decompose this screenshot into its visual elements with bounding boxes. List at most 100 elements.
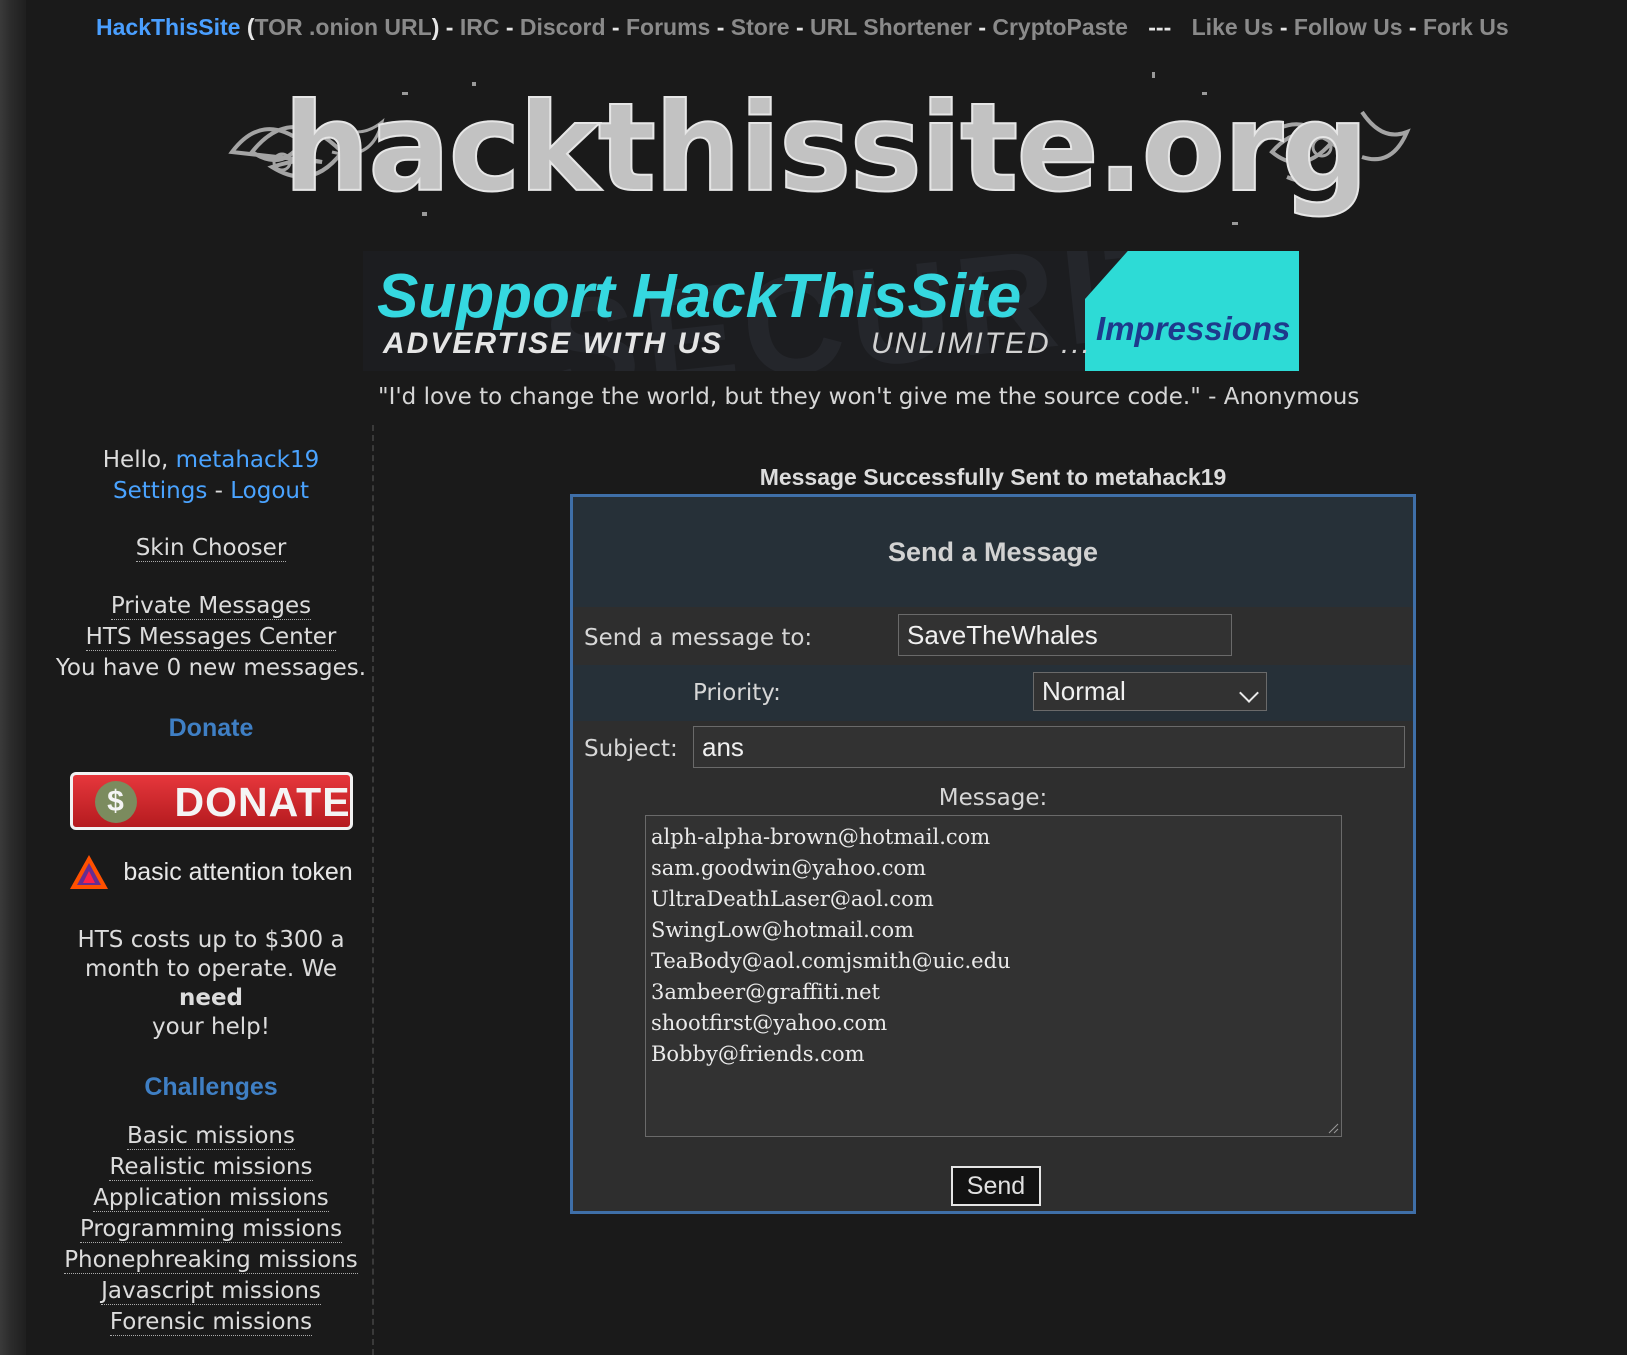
donate-button[interactable]: $ DONATE	[69, 772, 353, 830]
to-label: Send a message to:	[584, 625, 813, 651]
message-line: TeaBody@aol.comjsmith@uic.edu	[651, 949, 1011, 973]
challenge-realistic-link[interactable]: Realistic missions	[109, 1154, 313, 1181]
nav-forums[interactable]: Forums	[626, 14, 710, 40]
message-line: Bobby@friends.com	[651, 1042, 865, 1066]
list-item: Programming missions	[50, 1214, 372, 1245]
subject-input[interactable]: ans	[693, 726, 1405, 768]
skin-chooser-link[interactable]: Skin Chooser	[135, 535, 287, 562]
brand-link[interactable]: HackThisSite	[96, 14, 240, 40]
sidebar: Hello, metahack19 Settings - Logout Skin…	[50, 445, 372, 1338]
chevron-down-icon	[1239, 683, 1259, 703]
challenges-heading: Challenges	[144, 1073, 278, 1101]
list-item: Phonephreaking missions	[50, 1245, 372, 1276]
nav-dash: -	[445, 14, 454, 40]
nav-dash: -	[1279, 14, 1288, 40]
recipient-input[interactable]: SaveTheWhales	[898, 614, 1232, 656]
nav-dash: -	[795, 14, 804, 40]
nav-dash: -	[505, 14, 514, 40]
priority-select[interactable]: Normal	[1033, 672, 1267, 711]
challenge-basic-link[interactable]: Basic missions	[127, 1123, 295, 1150]
send-button[interactable]: Send	[951, 1166, 1041, 1206]
bat-donate-link[interactable]: basic attention token	[50, 854, 372, 890]
banner-impressions: Impressions	[1096, 310, 1291, 347]
site-quote: "I'd love to change the world, but they …	[378, 384, 1360, 410]
nav-dash: -	[611, 14, 620, 40]
donate-wrap: $ DONATE	[50, 766, 372, 836]
message-line: sam.goodwin@yahoo.com	[651, 856, 927, 880]
hts-messages-row: HTS Messages Center	[50, 622, 372, 653]
priority-row: Priority: Normal	[573, 665, 1413, 721]
top-nav: HackThisSite (TOR .onion URL) - IRC - Di…	[96, 14, 1576, 41]
nav-fork-us[interactable]: Fork Us	[1423, 14, 1509, 40]
tor-link[interactable]: TOR .onion URL	[255, 14, 432, 40]
donate-heading: Donate	[168, 714, 254, 742]
costs-line-1: HTS costs up to $300 a	[77, 927, 345, 953]
message-label: Message:	[938, 785, 1048, 811]
nav-dash: -	[1408, 14, 1417, 40]
account-links: Settings - Logout	[50, 476, 372, 507]
bat-label: basic attention token	[123, 857, 353, 886]
greeting-row: Hello, metahack19	[50, 445, 372, 476]
send-message-panel: Send a Message Send a message to: SaveTh…	[570, 494, 1416, 1214]
priority-label: Priority:	[693, 680, 781, 706]
challenge-phonephreaking-link[interactable]: Phonephreaking missions	[64, 1247, 358, 1274]
challenge-javascript-link[interactable]: Javascript missions	[101, 1278, 321, 1305]
list-item: Forensic missions	[50, 1307, 372, 1338]
skin-row: Skin Chooser	[50, 533, 372, 564]
message-line: SwingLow@hotmail.com	[651, 918, 915, 942]
nav-follow-us[interactable]: Follow Us	[1294, 14, 1403, 40]
subject-label: Subject:	[584, 736, 678, 762]
costs-line-2-text: month to operate. We	[84, 956, 338, 982]
costs-need: need	[178, 985, 244, 1011]
private-messages-link[interactable]: Private Messages	[110, 593, 312, 620]
nav-dash: -	[978, 14, 986, 40]
banner-advertise: ADVERTISE WITH US	[383, 327, 724, 360]
nav-irc[interactable]: IRC	[460, 14, 500, 40]
list-item: Basic missions	[50, 1121, 372, 1152]
message-line: shootfirst@yahoo.com	[651, 1011, 888, 1035]
new-messages-text: You have 0 new messages.	[55, 655, 367, 681]
paren-close: )	[431, 14, 440, 40]
hts-messages-center-link[interactable]: HTS Messages Center	[85, 624, 337, 651]
settings-link[interactable]: Settings	[113, 478, 207, 504]
greeting-text: Hello,	[102, 447, 169, 473]
list-item: Application missions	[50, 1183, 372, 1214]
message-line: 3ambeer@graffiti.net	[651, 980, 880, 1004]
challenge-forensic-link[interactable]: Forensic missions	[109, 1309, 313, 1336]
message-textarea[interactable]: alph-alpha-brown@hotmail.com sam.goodwin…	[645, 815, 1342, 1137]
logout-link[interactable]: Logout	[230, 478, 309, 504]
resize-handle-icon[interactable]	[1327, 1122, 1339, 1134]
advertise-banner[interactable]: SECURITY Support HackThisSite ADVERTISE …	[363, 251, 1299, 371]
site-logo[interactable]: hackthissite.org	[222, 52, 1428, 248]
donate-button-label: DONATE	[174, 779, 351, 825]
costs-line-2: month to operate. We need	[50, 955, 372, 1013]
link-separator: -	[214, 478, 231, 504]
nav-divider: ---	[1148, 14, 1172, 40]
banner-unlimited: UNLIMITED ...	[871, 327, 1093, 360]
panel-title: Send a Message	[887, 537, 1099, 567]
nav-url-shortener[interactable]: URL Shortener	[810, 14, 972, 40]
username-link[interactable]: metahack19	[176, 447, 320, 473]
nav-dash: -	[716, 14, 725, 40]
list-item: Realistic missions	[50, 1152, 372, 1183]
subject-row: Subject: ans	[573, 721, 1413, 777]
nav-cryptopaste[interactable]: CryptoPaste	[992, 14, 1127, 40]
message-line: UltraDeathLaser@aol.com	[651, 887, 934, 911]
nav-store[interactable]: Store	[731, 14, 790, 40]
to-row: Send a message to: SaveTheWhales	[573, 607, 1413, 665]
paren-open: (	[246, 14, 255, 40]
challenge-application-link[interactable]: Application missions	[93, 1185, 329, 1212]
nav-discord[interactable]: Discord	[520, 14, 606, 40]
list-item: Javascript missions	[50, 1276, 372, 1307]
challenges-list: Basic missions Realistic missions Applic…	[50, 1121, 372, 1338]
logo-text: hackthissite.org	[283, 77, 1366, 219]
success-message: Message Successfully Sent to metahack19	[759, 464, 1227, 490]
message-line: alph-alpha-brown@hotmail.com	[651, 825, 991, 849]
banner-headline: Support HackThisSite	[377, 262, 1022, 331]
costs-line-3: your help!	[152, 1014, 270, 1040]
challenge-programming-link[interactable]: Programming missions	[79, 1216, 343, 1243]
bat-triangle-icon	[70, 855, 109, 889]
dollar-coin-icon: $	[94, 781, 137, 823]
nav-like-us[interactable]: Like Us	[1192, 14, 1274, 40]
pm-row: Private Messages	[50, 591, 372, 622]
